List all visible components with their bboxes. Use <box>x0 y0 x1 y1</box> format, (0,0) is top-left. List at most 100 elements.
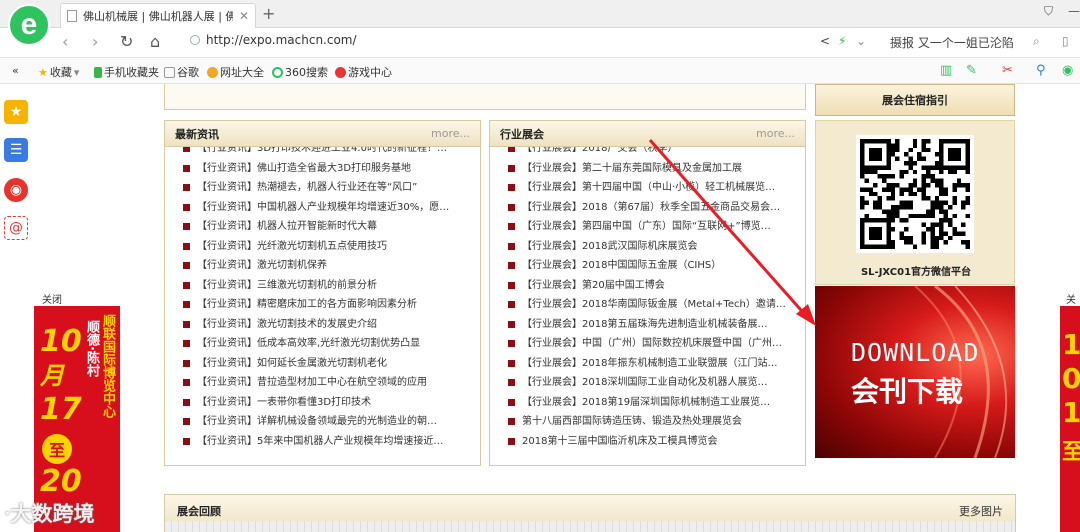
list-item[interactable]: 【行业资讯】三维激光切割机的前景分析 <box>183 276 472 296</box>
ad-right-char-1: 1 <box>1062 328 1080 361</box>
review-image-strip <box>165 521 1015 532</box>
lightning-icon[interactable]: ⚡ <box>838 34 846 48</box>
expo-panel-header: 行业展会 more... <box>490 121 805 147</box>
chevron-down-icon[interactable]: ⌄ <box>856 34 866 48</box>
bookmark-google[interactable]: 谷歌 <box>164 64 199 80</box>
close-left-ad-button[interactable]: 关闭 <box>42 291 62 306</box>
close-tab-icon[interactable]: ✕ <box>239 9 249 23</box>
ad-month: 月 <box>40 362 64 390</box>
news-ticker[interactable]: 摄报 又一个一姐已沦陷 <box>890 34 1014 51</box>
list-item[interactable]: 【行业展会】第四届中国（广东）国际“互联网+”博览… <box>508 217 797 237</box>
list-item[interactable]: 【行业展会】2018第五届珠海先进制造业机械装备展… <box>508 315 797 335</box>
search360-icon <box>272 66 283 78</box>
qr-code-icon <box>856 135 974 253</box>
news-more-link[interactable]: more... <box>431 127 470 140</box>
ad-venue-text: 顺联国际博览中心 <box>100 314 115 418</box>
bookmark-games[interactable]: 游戏中心 <box>335 64 392 80</box>
list-item[interactable]: 【行业展会】2018（第67届）秋季全国五金商品交易会… <box>508 198 797 218</box>
ad-zhi: 至 <box>42 434 72 464</box>
list-item[interactable]: 【行业资讯】昔拉造型材加工中心在航空领域的应用 <box>183 373 472 393</box>
list-item[interactable]: 【行业资讯】热潮褪去，机器人行业还在等“风口” <box>183 178 472 198</box>
browser-logo[interactable]: e <box>8 4 50 46</box>
tab-title: 佛山机械展 | 佛山机器人展 | 佛山 <box>83 10 233 23</box>
translate-icon[interactable]: ✎ <box>966 63 977 78</box>
list-item[interactable]: 【行业资讯】激光切割技术的发展史介绍 <box>183 315 472 335</box>
download-catalog-banner[interactable]: DOWNLOAD 会刊下载 <box>815 286 1015 458</box>
list-item[interactable]: 【行业资讯】3D打印技术迎进工业4.0时代的新征程！… <box>183 147 472 159</box>
favorites-star-icon[interactable]: ★ <box>4 100 28 124</box>
review-more-link[interactable]: 更多图片 <box>959 503 1003 519</box>
list-item[interactable]: 【行业展会】第二十届东莞国际模具及金属加工展 <box>508 159 797 179</box>
list-item[interactable]: 【行业资讯】光纤激光切割机五点使用技巧 <box>183 237 472 257</box>
page-icon <box>164 66 175 78</box>
back-icon[interactable]: ‹ <box>62 32 68 51</box>
ad-right-char-4: 至 <box>1062 440 1080 465</box>
list-item[interactable]: 【行业资讯】中国机器人产业规模年均增速近30%，愿… <box>183 198 472 218</box>
page-menu-icon[interactable]: ▯ <box>1062 34 1069 48</box>
minimize-icon[interactable]: — <box>1068 4 1080 18</box>
url-text: http://expo.machcn.com/ <box>206 33 357 47</box>
wechat-qr-box: SL-JXC01官方微信平台 <box>815 120 1015 285</box>
list-item[interactable]: 【行业资讯】精密磨床加工的各方面影响因素分析 <box>183 295 472 315</box>
shirt-icon[interactable]: ⛉ <box>1044 4 1053 19</box>
list-item[interactable]: 【行业展会】2018中国国际五金展（CIHS） <box>508 256 797 276</box>
list-item[interactable]: 【行业资讯】一表带你看懂3D打印技术 <box>183 393 472 413</box>
new-tab-button[interactable]: + <box>262 4 275 23</box>
bookmark-360search[interactable]: 360搜索 <box>272 64 328 80</box>
search-icon[interactable]: ⌕ <box>1033 34 1040 49</box>
news-list: 【行业资讯】3D打印技术迎进工业4.0时代的新征程！… 【行业资讯】佛山打造全省最… <box>165 147 480 465</box>
right-float-ad[interactable]: 1 0 1 至 <box>1060 306 1080 532</box>
review-section-header: 展会回顾 更多图片 <box>164 494 1016 532</box>
gamepad-icon[interactable]: ◉ <box>1062 63 1073 78</box>
forward-icon[interactable]: › <box>92 32 98 51</box>
mail-at-icon[interactable]: @ <box>4 216 28 240</box>
tab-bar: 佛山机械展 | 佛山机器人展 | 佛山 ✕ + ⛉ — <box>0 0 1080 28</box>
book-icon[interactable]: ▥ <box>940 63 952 78</box>
download-en-text: DOWNLOAD <box>851 338 980 367</box>
left-sidebar: ★ ☰ ◉ @ <box>0 90 32 250</box>
watermark: ᐧ大数跨境 <box>4 502 95 526</box>
ad-date-10: 10 <box>40 324 82 359</box>
list-item[interactable]: 【行业展会】2018第19届深圳国际机械制造工业展览… <box>508 393 797 413</box>
refresh-icon[interactable]: ↻ <box>120 32 133 51</box>
lodging-guide-button[interactable]: 展会住宿指引 <box>815 84 1015 116</box>
globe-icon <box>190 35 200 45</box>
news-panel-header: 最新资讯 more... <box>165 121 480 147</box>
list-item[interactable]: 【行业展会】第十四届中国（中山·小榄）轻工机械展览… <box>508 178 797 198</box>
list-item[interactable]: 【行业资讯】激光切割机保养 <box>183 256 472 276</box>
address-bar[interactable]: http://expo.machcn.com/ <box>190 33 357 47</box>
list-item[interactable]: 【行业展会】中国（广州）国际数控机床展暨中国（广州… <box>508 334 797 354</box>
list-item[interactable]: 【行业展会】2018年振东机械制造工业联盟展（江门站… <box>508 354 797 374</box>
list-item[interactable]: 【行业资讯】如何延长金属激光切割机老化 <box>183 354 472 374</box>
star-icon: ★ <box>38 65 48 79</box>
bookmark-favorites[interactable]: ★ 收藏 ▾ <box>38 64 79 80</box>
download-cn-text: 会刊下载 <box>851 375 964 408</box>
bookmark-hao[interactable]: 网址大全 <box>207 64 264 80</box>
page-content: 最新资讯 more... 【行业资讯】3D打印技术迎进工业4.0时代的新征程！…… <box>0 84 1080 532</box>
ad-right-char-2: 0 <box>1062 362 1080 395</box>
top-panel-bottom <box>164 84 806 110</box>
list-item[interactable]: 第十八届西部国际铸造压铸、锻造及热处理展览会 <box>508 412 797 432</box>
wechat-caption: SL-JXC01官方微信平台 <box>860 267 972 278</box>
bookmark-mobile[interactable]: 手机收藏夹 <box>94 64 159 80</box>
collapse-icon[interactable]: « <box>12 64 19 77</box>
browser-tab[interactable]: 佛山机械展 | 佛山机器人展 | 佛山 ✕ <box>60 3 256 28</box>
list-item[interactable]: 2018第十三届中国临沂机床及工模具博览会 <box>508 432 797 452</box>
share-icon[interactable]: < <box>820 34 830 48</box>
reader-list-icon[interactable]: ☰ <box>4 138 28 162</box>
list-item[interactable]: 【行业展会】2018武汉国际机床展览会 <box>508 237 797 257</box>
weibo-icon[interactable]: ◉ <box>4 178 28 202</box>
list-item[interactable]: 【行业资讯】低成本高效率,光纤激光切割优势凸显 <box>183 334 472 354</box>
magnifier-icon[interactable]: ⚲ <box>1036 63 1046 78</box>
list-item[interactable]: 【行业展会】2018广交会（秋季） <box>508 147 797 159</box>
list-item[interactable]: 【行业资讯】佛山打造全省最大3D打印服务基地 <box>183 159 472 179</box>
scissors-icon[interactable]: ✂ <box>1002 63 1013 78</box>
list-item[interactable]: 【行业资讯】机器人拉开智能新时代大幕 <box>183 217 472 237</box>
list-item[interactable]: 【行业资讯】5年来中国机器人产业规模年均增速接近… <box>183 432 472 452</box>
list-item[interactable]: 【行业展会】2018华南国际钣金展（Metal+Tech）邀请… <box>508 295 797 315</box>
expo-more-link[interactable]: more... <box>756 127 795 140</box>
home-icon[interactable]: ⌂ <box>150 32 160 51</box>
list-item[interactable]: 【行业展会】第20届中国工博会 <box>508 276 797 296</box>
list-item[interactable]: 【行业资讯】详解机械设备领域最完的光制造业的朝… <box>183 412 472 432</box>
list-item[interactable]: 【行业展会】2018深圳国际工业自动化及机器人展览… <box>508 373 797 393</box>
